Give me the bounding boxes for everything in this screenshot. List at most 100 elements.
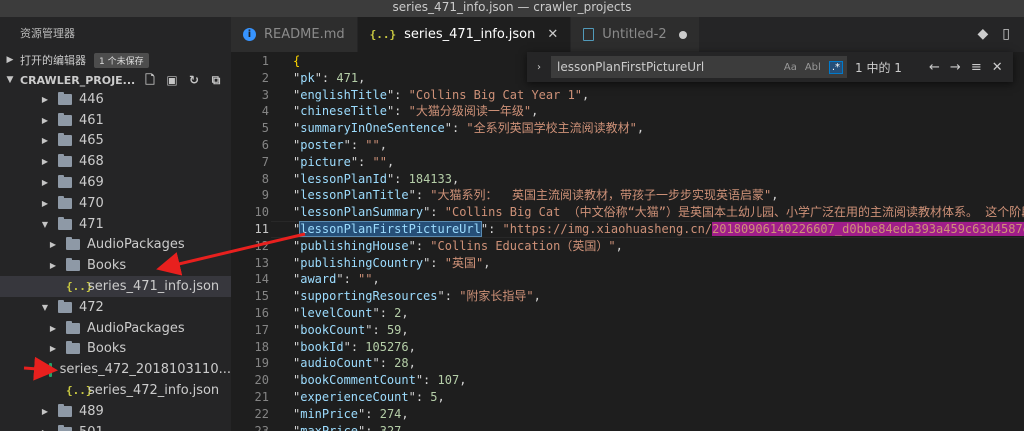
tree-item[interactable]: {..} series_471_info.json bbox=[0, 276, 231, 297]
code-line[interactable]: 20 "bookCommentCount": 107, bbox=[231, 372, 1024, 389]
chevron-right-icon[interactable]: ▶ bbox=[38, 95, 52, 104]
project-section[interactable]: ▼ CRAWLER_PROJE... 🗋 ▣ ↻ ⧉ bbox=[0, 70, 231, 90]
code-token: ": bbox=[408, 238, 431, 253]
code-token: "大猫分级阅读一年级" bbox=[408, 104, 532, 119]
tab-untitled-2[interactable]: Untitled-2 bbox=[571, 17, 700, 52]
code-token: ": bbox=[408, 390, 431, 404]
tree-item[interactable]: series_472_2018103110... bbox=[0, 359, 231, 380]
tree-item[interactable]: ▶ 461 bbox=[0, 110, 231, 131]
tree-item[interactable]: ▶ 501 bbox=[0, 422, 231, 431]
code-token: { bbox=[293, 54, 301, 68]
tree-item-label: AudioPackages bbox=[87, 237, 185, 253]
chevron-right-icon[interactable]: ▶ bbox=[38, 199, 52, 208]
code-line[interactable]: 6 "poster": "", bbox=[231, 137, 1024, 154]
chevron-down-icon[interactable]: ▼ bbox=[38, 303, 52, 312]
collapse-all-icon[interactable]: ⧉ bbox=[209, 73, 223, 87]
code-token: 28 bbox=[394, 356, 409, 371]
chevron-right-icon[interactable]: ▶ bbox=[38, 136, 52, 145]
json-icon: {..} bbox=[369, 28, 397, 41]
code-line[interactable]: 8 "lessonPlanId": 184133, bbox=[231, 171, 1024, 188]
line-number: 4 bbox=[261, 104, 269, 119]
file-icon bbox=[583, 28, 595, 41]
code-line[interactable]: 12 "publishingHouse": "Collins Education（… bbox=[231, 238, 1024, 255]
open-editors-section[interactable]: ▶ 打开的编辑器 1 个未保存 bbox=[0, 50, 231, 70]
tree-item[interactable]: ▶ 465 bbox=[0, 131, 231, 152]
code-line[interactable]: 9 "lessonPlanTitle": "大猫系列： 英国主流阅读教材，带孩子一… bbox=[231, 187, 1024, 204]
chevron-right-icon[interactable]: ▶ bbox=[38, 428, 52, 431]
close-icon[interactable]: ✕ bbox=[992, 60, 1003, 75]
refresh-icon[interactable]: ↻ bbox=[187, 73, 201, 87]
find-widget: › lessonPlanFirstPictureUrl Aa Abl .* 1 … bbox=[527, 52, 1013, 82]
code-line[interactable]: 13 "publishingCountry": "英国", bbox=[231, 255, 1024, 272]
tree-item[interactable]: ▶ AudioPackages bbox=[0, 235, 231, 256]
code-line[interactable]: 16 "levelCount": 2, bbox=[231, 305, 1024, 322]
code-line[interactable]: 7 "picture": "", bbox=[231, 154, 1024, 171]
tree-item[interactable]: ▶ 470 bbox=[0, 193, 231, 214]
code-line[interactable]: 15 "supportingResources": "附家长指导", bbox=[231, 288, 1024, 305]
code-token: "全系列英国学校主流阅读教材" bbox=[466, 121, 637, 136]
folder-icon bbox=[58, 424, 72, 431]
code-token: ": bbox=[423, 205, 445, 220]
tree-item[interactable]: ▼ 471 bbox=[0, 214, 231, 235]
next-match-icon[interactable]: → bbox=[950, 60, 961, 75]
code-token: , bbox=[401, 423, 409, 431]
tree-item[interactable]: ▶ 469 bbox=[0, 172, 231, 193]
folder-icon bbox=[66, 237, 80, 251]
explorer-title: 资源管理器 bbox=[20, 27, 75, 40]
chevron-right-icon[interactable]: ▶ bbox=[38, 407, 52, 416]
chevron-right-icon[interactable]: ▶ bbox=[46, 240, 60, 249]
tree-item[interactable]: ▼ 472 bbox=[0, 297, 231, 318]
whole-word-toggle[interactable]: Abl bbox=[805, 62, 821, 73]
code-editor[interactable]: 1{2 "pk": 471, 3 "englishTitle": "Collins B… bbox=[231, 52, 1024, 431]
code-line[interactable]: 4 "chineseTitle": "大猫分级阅读一年级", bbox=[231, 103, 1024, 120]
code-line[interactable]: 18 "bookId": 105276, bbox=[231, 339, 1024, 356]
regex-toggle[interactable]: .* bbox=[828, 60, 843, 74]
tree-item-label: series_471_info.json bbox=[88, 279, 220, 295]
toggle-replace-icon[interactable]: › bbox=[531, 62, 547, 73]
chevron-right-icon[interactable]: ▶ bbox=[46, 344, 60, 353]
find-input[interactable]: lessonPlanFirstPictureUrl Aa Abl .* bbox=[551, 56, 847, 78]
tree-item-label: 461 bbox=[79, 112, 104, 128]
chevron-right-icon[interactable]: ▶ bbox=[38, 157, 52, 166]
code-line[interactable]: 23 "maxPrice": 327, bbox=[231, 423, 1024, 431]
tree-item[interactable]: ▶ AudioPackages bbox=[0, 318, 231, 339]
code-line[interactable]: 3 "englishTitle": "Collins Big Cat Year 1… bbox=[231, 87, 1024, 104]
new-file-icon[interactable]: 🗋 bbox=[143, 73, 157, 87]
tree-item-label: 501 bbox=[79, 425, 104, 431]
code-token: lessonPlanFirstPictureUrl bbox=[299, 221, 482, 237]
chevron-right-icon[interactable]: ▶ bbox=[38, 178, 52, 187]
chevron-right-icon[interactable]: ▶ bbox=[38, 116, 52, 125]
tree-item[interactable]: ▶ Books bbox=[0, 255, 231, 276]
code-token: , bbox=[386, 154, 395, 169]
tree-item[interactable]: ▶ Books bbox=[0, 339, 231, 360]
previous-match-icon[interactable]: ← bbox=[929, 60, 940, 75]
code-line[interactable]: 19 "audioCount": 28, bbox=[231, 355, 1024, 372]
code-line[interactable]: 11 "lessonPlanFirstPictureUrl": "https://… bbox=[231, 221, 1024, 238]
chevron-right-icon[interactable]: ▶ bbox=[46, 324, 60, 333]
tree-item[interactable]: {..} series_472_info.json bbox=[0, 380, 231, 401]
chevron-down-icon[interactable]: ▼ bbox=[38, 220, 52, 229]
code-token: ": bbox=[372, 306, 395, 320]
find-input-value: lessonPlanFirstPictureUrl bbox=[557, 60, 705, 74]
folder-icon bbox=[58, 299, 72, 313]
new-folder-icon[interactable]: ▣ bbox=[165, 73, 179, 87]
code-line[interactable]: 14 "award": "", bbox=[231, 271, 1024, 288]
tree-item[interactable]: ▶ 468 bbox=[0, 151, 231, 172]
match-case-toggle[interactable]: Aa bbox=[784, 62, 797, 73]
code-token: englishTitle bbox=[300, 87, 387, 102]
chevron-right-icon[interactable]: ▶ bbox=[46, 261, 60, 270]
tree-item[interactable]: ▶ 446 bbox=[0, 89, 231, 110]
tab-series-471-info[interactable]: {..} series_471_info.json ✕ bbox=[357, 17, 572, 52]
code-line[interactable]: 21 "experienceCount": 5, bbox=[231, 389, 1024, 406]
code-token: ": bbox=[343, 339, 366, 354]
split-editor-icon[interactable]: ▯ bbox=[1002, 26, 1010, 42]
tab-readme[interactable]: i README.md bbox=[231, 17, 358, 52]
close-icon[interactable]: ✕ bbox=[547, 27, 558, 42]
tree-item[interactable]: ▶ 489 bbox=[0, 401, 231, 422]
git-compare-icon[interactable]: ◆ bbox=[978, 26, 989, 42]
find-in-selection-icon[interactable]: ≡ bbox=[971, 60, 982, 75]
code-line[interactable]: 17 "bookCount": 59, bbox=[231, 322, 1024, 339]
code-line[interactable]: 10 "lessonPlanSummary": "Collins Big Cat … bbox=[231, 204, 1024, 221]
code-line[interactable]: 5 "summaryInOneSentence": "全系列英国学校主流阅读教材"… bbox=[231, 120, 1024, 137]
code-line[interactable]: 22 "minPrice": 274, bbox=[231, 406, 1024, 423]
